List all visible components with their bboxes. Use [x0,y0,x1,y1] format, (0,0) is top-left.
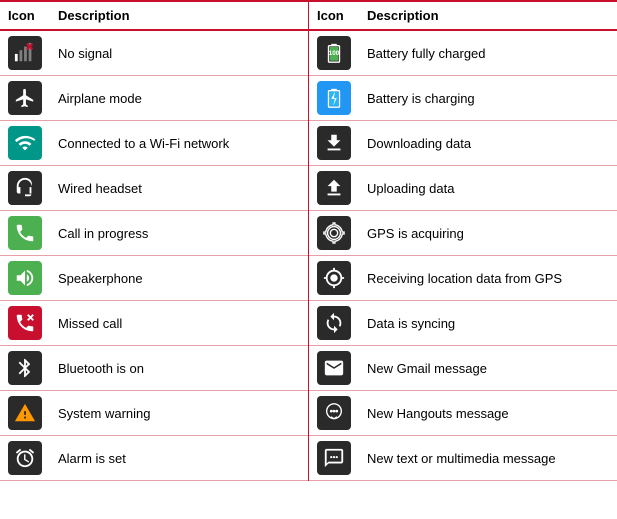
table-row: 100 Battery fully charged [309,30,617,76]
table-row: Uploading data [309,166,617,211]
bluetooth-icon [8,351,42,385]
icon-cell [309,391,359,436]
table-row: Airplane mode [0,76,308,121]
table-row: New Hangouts message [309,391,617,436]
no-signal-desc: No signal [50,30,308,76]
icon-cell [0,76,50,121]
bluetooth-desc: Bluetooth is on [50,346,308,391]
speakerphone-desc: Speakerphone [50,256,308,301]
icon-cell [0,166,50,211]
left-header-desc: Description [50,1,308,30]
icon-cell [309,301,359,346]
gps-acquiring-desc: GPS is acquiring [359,211,617,256]
alarm-desc: Alarm is set [50,436,308,481]
text-message-icon [317,441,351,475]
table-row: Alarm is set [0,436,308,481]
uploading-icon [317,171,351,205]
icon-cell [309,121,359,166]
icon-cell [0,211,50,256]
downloading-icon [317,126,351,160]
icon-cell [309,166,359,211]
speakerphone-icon [8,261,42,295]
icon-cell [0,256,50,301]
icon-cell [0,436,50,481]
battery-charging-desc: Battery is charging [359,76,617,121]
battery-charging-icon [317,81,351,115]
icon-cell [309,211,359,256]
table-row: New text or multimedia message [309,436,617,481]
icon-cell [309,436,359,481]
right-table: Icon Description 100 Battery [309,0,617,481]
battery-full-desc: Battery fully charged [359,30,617,76]
icon-cell [0,391,50,436]
left-table: Icon Description [0,0,308,481]
no-signal-icon [8,36,42,70]
alarm-icon [8,441,42,475]
icon-cell [0,30,50,76]
icon-cell [309,256,359,301]
table-row: Call in progress [0,211,308,256]
battery-full-icon: 100 [317,36,351,70]
table-row: Wired headset [0,166,308,211]
wifi-desc: Connected to a Wi-Fi network [50,121,308,166]
icon-cell [309,346,359,391]
missed-call-desc: Missed call [50,301,308,346]
table-row: New Gmail message [309,346,617,391]
table-row: Bluetooth is on [0,346,308,391]
airplane-mode-icon [8,81,42,115]
icon-cell [0,121,50,166]
table-row: GPS is acquiring [309,211,617,256]
text-message-desc: New text or multimedia message [359,436,617,481]
wired-headset-icon [8,171,42,205]
icon-cell [0,346,50,391]
table-row: Downloading data [309,121,617,166]
uploading-desc: Uploading data [359,166,617,211]
icon-cell [309,76,359,121]
gmail-desc: New Gmail message [359,346,617,391]
hangouts-desc: New Hangouts message [359,391,617,436]
table-row: Battery is charging [309,76,617,121]
gps-active-icon [317,261,351,295]
syncing-icon [317,306,351,340]
icon-cell: 100 [309,30,359,76]
main-container: Icon Description [0,0,617,481]
table-row: No signal [0,30,308,76]
hangouts-icon [317,396,351,430]
gmail-icon [317,351,351,385]
syncing-desc: Data is syncing [359,301,617,346]
left-header-icon: Icon [0,1,50,30]
wifi-icon [8,126,42,160]
table-row: Missed call [0,301,308,346]
wired-headset-desc: Wired headset [50,166,308,211]
table-row: Speakerphone [0,256,308,301]
table-row: Receiving location data from GPS [309,256,617,301]
gps-acquiring-icon [317,216,351,250]
right-header-desc: Description [359,1,617,30]
table-row: Data is syncing [309,301,617,346]
call-progress-desc: Call in progress [50,211,308,256]
call-progress-icon [8,216,42,250]
downloading-desc: Downloading data [359,121,617,166]
right-header-icon: Icon [309,1,359,30]
table-row: Connected to a Wi-Fi network [0,121,308,166]
svg-text:100: 100 [329,50,340,57]
table-row: System warning [0,391,308,436]
missed-call-icon [8,306,42,340]
system-warning-icon [8,396,42,430]
gps-active-desc: Receiving location data from GPS [359,256,617,301]
airplane-mode-desc: Airplane mode [50,76,308,121]
system-warning-desc: System warning [50,391,308,436]
icon-cell [0,301,50,346]
